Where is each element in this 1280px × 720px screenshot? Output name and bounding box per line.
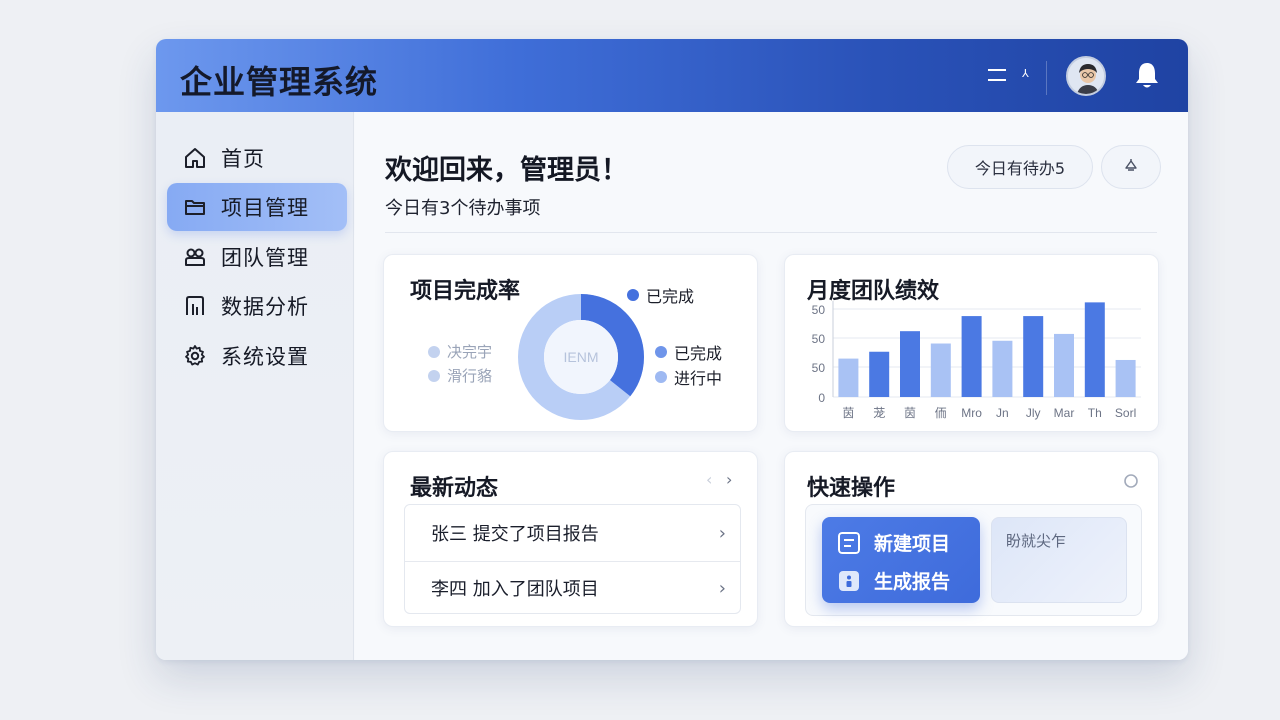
sidebar-item-label: 首页 <box>221 147 265 171</box>
x-tick-label: Jly <box>1026 406 1041 420</box>
caret-icon[interactable]: ⅄ <box>1022 67 1029 80</box>
app-title: 企业管理系统 <box>180 63 379 101</box>
team-performance-chart: 50 50 50 0 茵 茏 茵 侕 Mro Jn Jly Mar Th Sorl <box>812 301 1141 420</box>
analytics-icon <box>186 296 204 315</box>
quick-actions-card: 快速操作 新建项目 生成报告 盼就尖乍 <box>784 451 1159 627</box>
sidebar-item-home[interactable]: 首页 <box>167 134 347 182</box>
bar <box>1084 302 1105 397</box>
legend-item: 已完成 <box>627 283 694 307</box>
header-divider <box>385 232 1157 233</box>
y-tick-label: 50 <box>812 332 826 346</box>
todo-pill-label: 今日有待办5 <box>974 159 1066 178</box>
chevron-right-icon: › <box>718 522 726 544</box>
legend-label: 已完成 <box>646 287 695 306</box>
alert-icon <box>1125 159 1137 171</box>
team-icon <box>185 248 205 266</box>
legend-label: 滑行貉 <box>447 367 493 385</box>
activity-list: 张三 提交了项目报告 › 李四 加入了团队项目 › <box>404 504 741 614</box>
topbar-divider <box>1046 61 1047 95</box>
primary-actions-group: 新建项目 生成报告 <box>822 517 980 603</box>
bar <box>838 358 859 397</box>
prev-arrow-icon[interactable]: ‹ <box>706 470 712 489</box>
activity-text: 李四 加入了团队项目 <box>431 579 599 600</box>
quick-actions-panel: 新建项目 生成报告 盼就尖乍 <box>805 504 1142 616</box>
card-title: 快速操作 <box>807 476 896 501</box>
folder-icon <box>185 200 205 215</box>
y-tick-label: 0 <box>818 391 825 405</box>
sidebar-item-team[interactable]: 团队管理 <box>167 233 347 281</box>
bar <box>961 316 982 397</box>
legend-item: 进行中 <box>655 365 722 389</box>
generate-report-button[interactable]: 生成报告 <box>838 567 950 594</box>
x-tick-label: Mro <box>961 406 982 420</box>
bell-icon[interactable] <box>1132 60 1162 92</box>
card-title: 最新动态 <box>410 476 499 501</box>
bar <box>1115 359 1136 397</box>
secondary-action-label: 盼就尖乍 <box>1006 532 1067 550</box>
x-tick-label: 侕 <box>935 406 947 420</box>
new-project-label: 新建项目 <box>874 533 951 555</box>
x-tick-label: Mar <box>1054 406 1075 420</box>
legend-label: 已完成 <box>674 344 723 363</box>
legend-label: 进行中 <box>674 369 723 388</box>
x-tick-label: 茏 <box>873 406 885 420</box>
secondary-action-tile[interactable]: 盼就尖乍 <box>991 517 1127 603</box>
report-icon <box>839 570 859 591</box>
bar <box>992 340 1013 397</box>
bar <box>900 331 920 397</box>
sidebar: 首页 项目管理 团队管理 数据分析 系统设置 <box>156 112 354 660</box>
activity-text: 张三 提交了项目报告 <box>431 524 599 545</box>
welcome-heading: 欢迎回来，管理员！ <box>385 155 628 186</box>
sidebar-item-label: 数据分析 <box>221 295 309 319</box>
sidebar-item-label: 团队管理 <box>221 246 309 270</box>
sidebar-item-projects[interactable]: 项目管理 <box>167 183 347 231</box>
donut-center-label: IENM <box>564 349 599 365</box>
x-tick-label: 茵 <box>842 406 854 420</box>
y-tick-label: 50 <box>812 303 826 317</box>
legend-item: 已完成 <box>655 340 722 364</box>
completion-donut: IENM <box>518 294 644 420</box>
legend-item: 滑行貉 <box>428 365 492 386</box>
card-title: 项目完成率 <box>410 279 521 304</box>
latest-activity-card: 最新动态 ‹ › 张三 提交了项目报告 › 李四 加入了团队项目 › <box>383 451 758 627</box>
completion-rate-card: 项目完成率 IENM 已完成 已完成 进行中 决完宇 滑行貉 <box>383 254 758 432</box>
bar <box>869 351 890 397</box>
top-bar: 企业管理系统 ⅄ <box>156 39 1188 112</box>
x-tick-label: Th <box>1088 406 1102 420</box>
list-item[interactable]: 张三 提交了项目报告 › <box>405 506 740 560</box>
x-tick-label: Sorl <box>1115 406 1136 420</box>
menu-icon[interactable] <box>988 69 1008 83</box>
x-tick-label: 茵 <box>904 406 916 420</box>
sidebar-item-label: 系统设置 <box>221 345 309 369</box>
main-content: 欢迎回来，管理员！ 今日有3个待办事项 今日有待办5 项目完成率 IENM 已完… <box>355 112 1188 660</box>
sidebar-item-settings[interactable]: 系统设置 <box>167 332 347 380</box>
bar <box>1023 316 1044 397</box>
new-project-button[interactable]: 新建项目 <box>838 529 950 556</box>
list-item[interactable]: 李四 加入了团队项目 › <box>405 561 740 615</box>
next-arrow-icon[interactable]: › <box>726 470 732 489</box>
bar <box>930 343 951 397</box>
bar <box>1054 333 1074 397</box>
todo-pill-button[interactable]: 今日有待办5 <box>947 145 1093 189</box>
sidebar-item-analytics[interactable]: 数据分析 <box>167 282 347 330</box>
y-tick-label: 50 <box>812 361 826 375</box>
app-window: 企业管理系统 ⅄ 首页 项目管理 团队管理 数据分析 系统设置 欢迎回来，管理员… <box>156 39 1188 660</box>
chevron-right-icon: › <box>718 577 726 599</box>
more-options-icon[interactable] <box>1123 473 1139 489</box>
x-tick-label: Jn <box>996 406 1009 420</box>
legend-item: 决完宇 <box>428 341 492 362</box>
avatar-icon <box>1068 58 1104 94</box>
todo-summary: 今日有3个待办事项 <box>385 198 541 219</box>
notification-pill-button[interactable] <box>1101 145 1161 189</box>
sidebar-item-label: 项目管理 <box>221 196 309 220</box>
document-icon <box>838 531 860 554</box>
legend-label: 决完宇 <box>447 343 493 361</box>
home-icon <box>185 148 205 168</box>
generate-report-label: 生成报告 <box>874 571 951 593</box>
team-performance-card: 月度团队绩效 50 50 50 0 茵茏茵侕 Mro Jn Jly Mar Th Sorl <box>784 254 1159 432</box>
avatar[interactable] <box>1066 56 1106 96</box>
gear-icon <box>185 345 205 366</box>
